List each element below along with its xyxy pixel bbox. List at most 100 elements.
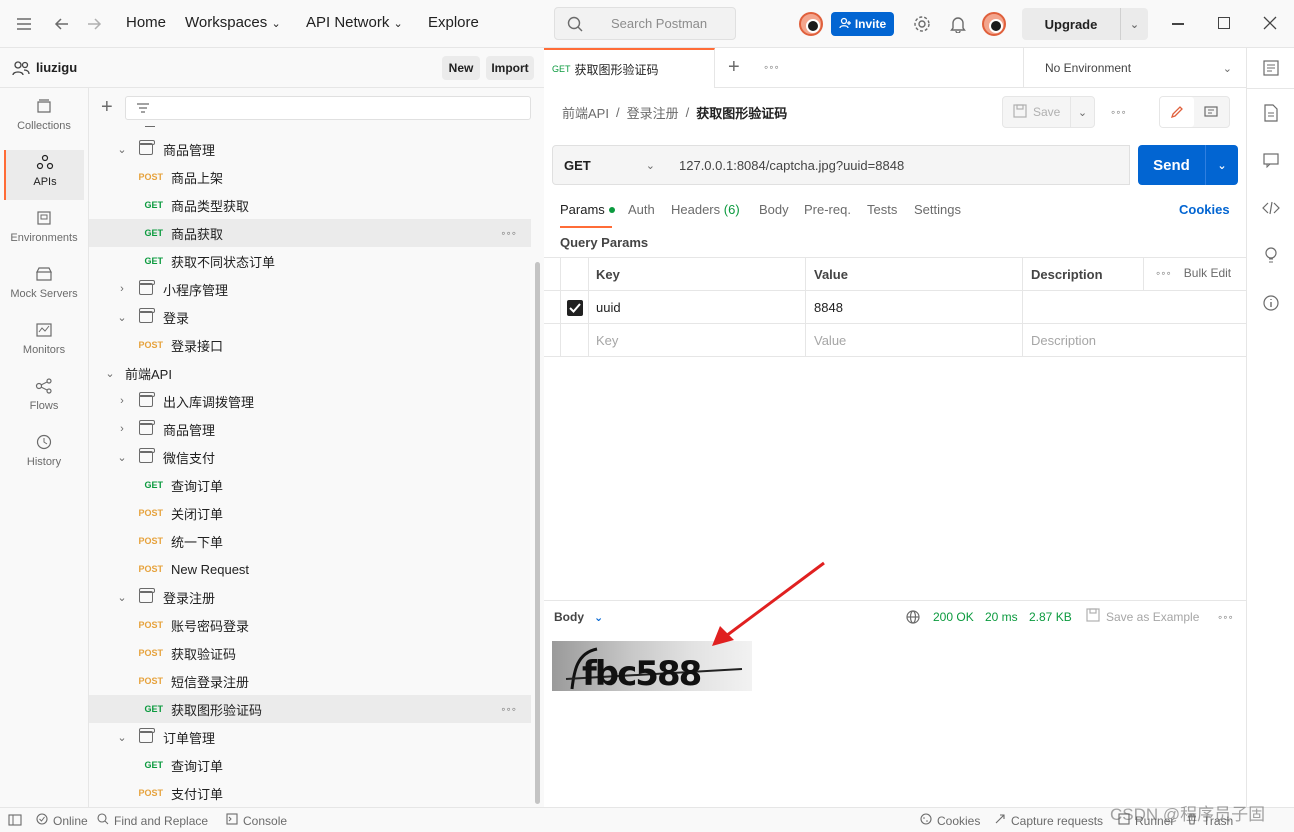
chevron-right-icon[interactable]: › [115, 423, 129, 435]
edit-pencil-icon[interactable] [1160, 97, 1194, 127]
tree-folder-item[interactable]: ⌄ 微信支付 [89, 443, 531, 471]
notification-bell-icon[interactable] [948, 14, 968, 34]
param-key[interactable]: uuid [588, 291, 806, 324]
response-more-options-icon[interactable]: ◦◦◦ [1218, 610, 1234, 624]
chevron-right-icon[interactable]: › [115, 283, 129, 295]
rail-item-environments[interactable]: Environments [4, 206, 84, 256]
rail-item-flows[interactable]: Flows [4, 374, 84, 424]
menu-icon[interactable] [14, 14, 34, 34]
globe-icon[interactable] [906, 610, 920, 627]
tree-request-item[interactable]: GET 查询订单 [89, 751, 531, 779]
upgrade-dropdown-chevron-icon[interactable]: ⌄ [1120, 8, 1148, 40]
invite-button[interactable]: Invite [831, 12, 894, 36]
search-input[interactable]: Search Postman [554, 7, 736, 40]
back-arrow-icon[interactable] [52, 14, 72, 34]
capture-requests[interactable]: Capture requests [994, 813, 1103, 828]
new-tab-plus-icon[interactable]: + [728, 56, 740, 79]
send-button[interactable]: Send ⌄ [1138, 145, 1238, 185]
value-placeholder[interactable]: Value [806, 324, 1023, 357]
chevron-down-icon[interactable]: ⌄ [115, 451, 129, 464]
tree-folder-item[interactable]: › 商品管理 [89, 415, 531, 443]
tree-folder-item[interactable]: ⌄ 登录 [89, 303, 531, 331]
param-checkbox[interactable] [567, 299, 583, 316]
response-time[interactable]: 20 ms [985, 610, 1018, 624]
save-button[interactable]: Save ⌄ [1002, 96, 1095, 128]
documentation-icon[interactable] [1263, 104, 1279, 125]
url-input[interactable]: 127.0.0.1:8084/captcha.jpg?uuid=8848 [667, 145, 1130, 185]
page-title[interactable]: 获取图形验证码 [696, 103, 787, 122]
more-options-icon[interactable]: ◦◦◦ [1111, 105, 1127, 119]
chevron-down-icon[interactable]: ⌄ [115, 143, 129, 156]
maximize-window-icon[interactable] [1218, 17, 1230, 29]
rail-item-mock-servers[interactable]: Mock Servers [4, 262, 84, 312]
chevron-right-icon[interactable]: › [115, 395, 129, 407]
import-button[interactable]: Import [486, 56, 534, 80]
tree-folder-item[interactable]: › 出入库调拨管理 [89, 387, 531, 415]
breadcrumb-item-folder[interactable]: 登录注册 [627, 103, 679, 122]
chevron-down-icon[interactable]: ⌄ [115, 311, 129, 324]
chevron-down-icon[interactable]: ⌄ [115, 731, 129, 744]
comment-icon[interactable] [1194, 97, 1228, 127]
tree-more-options-icon[interactable]: ◦◦◦ [501, 702, 517, 716]
tree-request-item[interactable]: POST 获取验证码 [89, 639, 531, 667]
tab-params[interactable]: Params [560, 202, 615, 217]
tree-request-item[interactable]: GET 获取图形验证码 ◦◦◦ [89, 695, 531, 723]
tree-request-item[interactable]: POST 支付订单 [89, 779, 531, 807]
tab-body[interactable]: Body [759, 202, 789, 217]
upgrade-button[interactable]: Upgrade ⌄ [1022, 8, 1148, 40]
tab-auth[interactable]: Auth [628, 202, 655, 217]
save-dropdown-chevron-icon[interactable]: ⌄ [1070, 97, 1094, 127]
response-status[interactable]: 200 OK [933, 610, 974, 624]
tab-tests[interactable]: Tests [867, 202, 897, 217]
tree-scrollbar[interactable] [535, 262, 540, 804]
rail-item-monitors[interactable]: Monitors [4, 318, 84, 368]
chevron-down-icon[interactable]: ⌄ [115, 591, 129, 604]
info-icon[interactable] [1263, 295, 1279, 314]
new-button[interactable]: New [442, 56, 480, 80]
add-icon[interactable]: + [101, 97, 113, 117]
tab-headers[interactable]: Headers (6) [671, 202, 740, 217]
table-more-options-icon[interactable]: ◦◦◦ [1156, 266, 1172, 280]
bulk-edit[interactable]: ◦◦◦ Bulk Edit [1156, 266, 1231, 280]
param-value[interactable]: 8848 [806, 291, 1023, 324]
settings-gear-icon[interactable] [912, 14, 932, 34]
response-size[interactable]: 2.87 KB [1029, 610, 1072, 624]
method-select[interactable]: GET ⌄ [552, 145, 668, 185]
tree-request-item[interactable]: POST 商品上架 [89, 163, 531, 191]
response-body-selector[interactable]: Body ⌄ [554, 610, 603, 624]
tree-request-item[interactable]: GET 商品类型获取 [89, 191, 531, 219]
lightbulb-icon[interactable] [1263, 246, 1279, 267]
tree-request-item[interactable]: POST 短信登录注册 [89, 667, 531, 695]
param-description[interactable] [1023, 291, 1246, 324]
minimize-window-icon[interactable] [1172, 23, 1184, 25]
send-dropdown-chevron-icon[interactable]: ⌄ [1205, 145, 1238, 185]
team-avatar[interactable] [799, 12, 823, 36]
tree-request-item[interactable]: GET 获取不同状态订单 [89, 247, 531, 275]
tree-api-item[interactable]: ⌄ 前端API [89, 359, 531, 387]
online-status[interactable]: Online [36, 813, 88, 828]
description-placeholder[interactable]: Description [1023, 324, 1246, 357]
save-as-example-button[interactable]: Save as Example [1086, 608, 1199, 625]
tree-request-item[interactable]: GET 查询订单 [89, 471, 531, 499]
rail-item-apis[interactable]: APIs [4, 150, 84, 200]
close-window-icon[interactable] [1262, 15, 1278, 31]
tree-request-item[interactable]: POST New Request [89, 555, 531, 583]
tree-folder-item[interactable]: ⌄ 商品管理 [89, 135, 531, 163]
tree-request-item[interactable]: POST 登录接口 [89, 331, 531, 359]
key-placeholder[interactable]: Key [588, 324, 806, 357]
nav-explore[interactable]: Explore [428, 14, 479, 31]
nav-home[interactable]: Home [126, 14, 166, 31]
tree-request-item[interactable]: POST 关闭订单 [89, 499, 531, 527]
chevron-down-icon[interactable]: ⌄ [103, 367, 117, 380]
tab-prereq[interactable]: Pre-req. [804, 202, 851, 217]
workspace-name[interactable]: liuzigu [36, 60, 77, 75]
sidebar-toggle-icon[interactable] [8, 814, 22, 829]
cookies-status[interactable]: Cookies [920, 813, 980, 828]
cookies-link[interactable]: Cookies [1179, 202, 1230, 217]
tree-folder-item[interactable]: › 小程序管理 [89, 275, 531, 303]
user-avatar[interactable] [982, 12, 1006, 36]
request-tab-active[interactable]: GET 获取图形验证码 [544, 48, 715, 88]
tree-more-options-icon[interactable]: ◦◦◦ [501, 226, 517, 240]
rail-item-history[interactable]: History [4, 430, 84, 480]
forward-arrow-icon[interactable] [84, 14, 104, 34]
